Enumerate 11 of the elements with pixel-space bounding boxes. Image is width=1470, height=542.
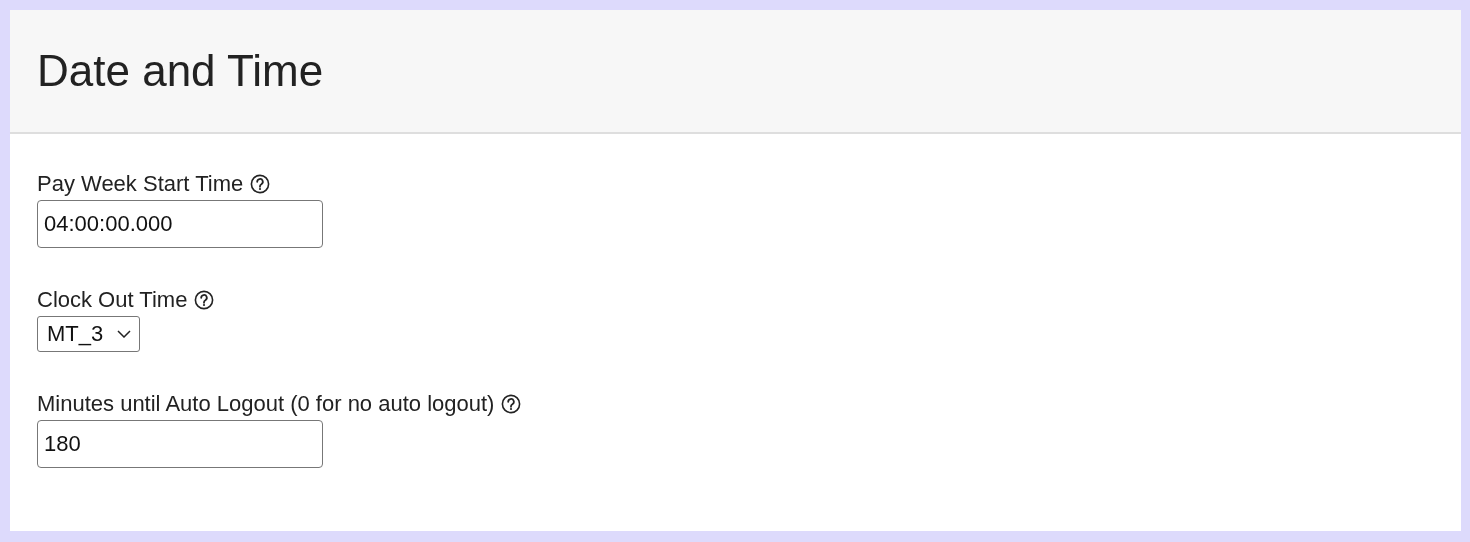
input-field[interactable]: 04:00:00.000 bbox=[37, 200, 323, 248]
chevron-down-icon bbox=[117, 330, 132, 338]
help-icon[interactable] bbox=[194, 290, 215, 310]
field-label: Pay Week Start Time bbox=[37, 171, 244, 197]
panel-title: Date and Time bbox=[37, 46, 324, 96]
help-icon[interactable] bbox=[501, 394, 522, 414]
field-label: Clock Out Time bbox=[37, 287, 188, 313]
input-field[interactable]: 180 bbox=[37, 420, 323, 468]
select-dropdown[interactable]: MT_3 bbox=[37, 316, 141, 352]
help-icon[interactable] bbox=[250, 174, 271, 194]
field-label: Minutes until Auto Logout (0 for no auto logout) bbox=[37, 391, 495, 417]
